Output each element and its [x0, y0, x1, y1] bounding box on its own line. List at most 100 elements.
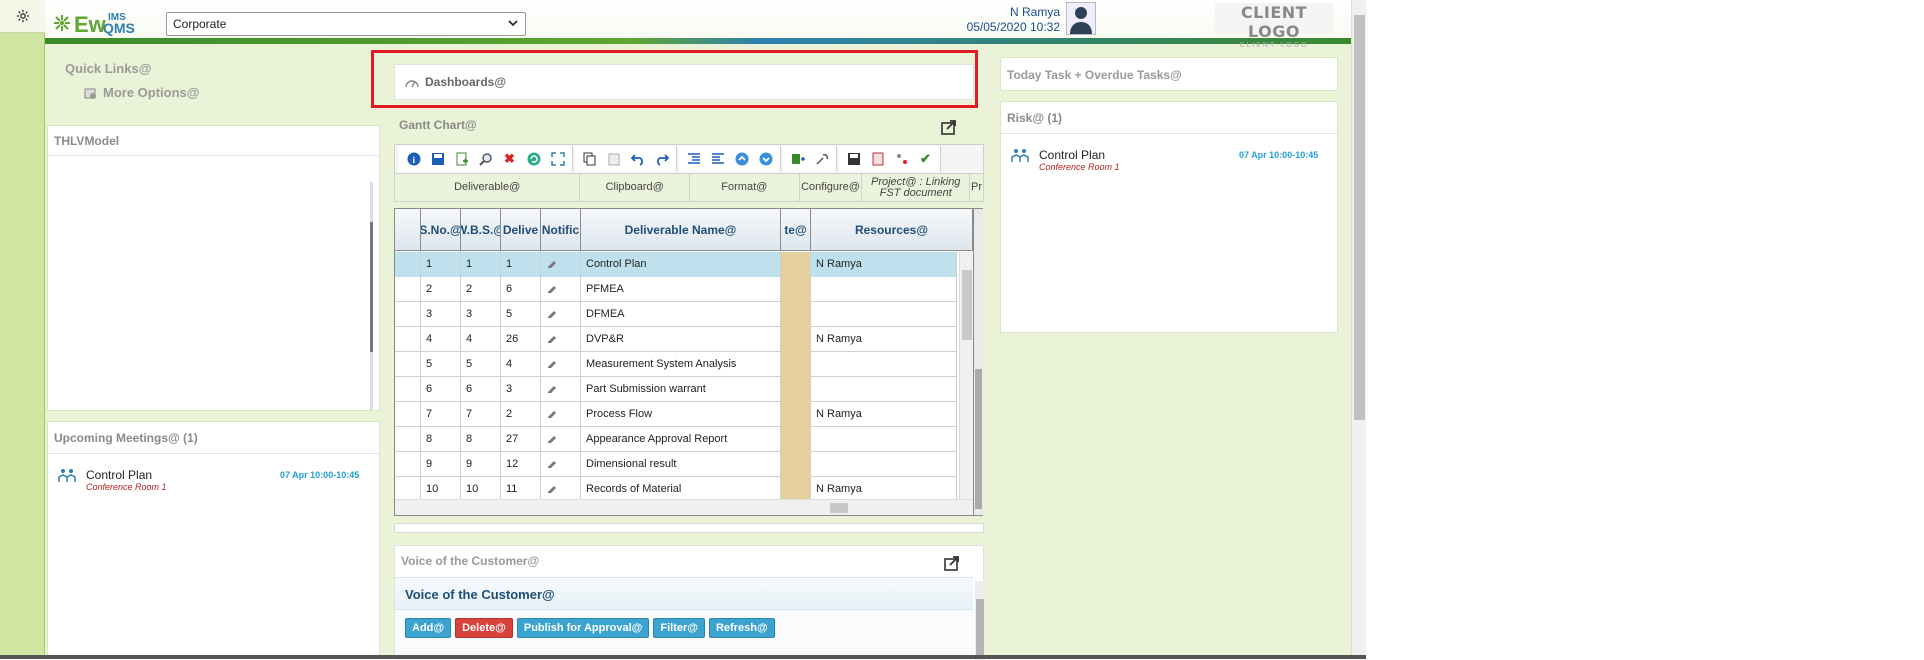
- cell-wbs: 2: [461, 277, 501, 302]
- column-header-resources[interactable]: Resources@: [811, 209, 973, 251]
- refresh-icon[interactable]: [523, 149, 544, 170]
- cell-notification: [541, 277, 581, 302]
- table-row[interactable]: 9 9 12 Dimensional result: [395, 452, 957, 477]
- svg-text:QMS: QMS: [103, 20, 135, 36]
- cell-deliverable-name: Measurement System Analysis: [581, 352, 781, 377]
- voc-panel-title: Voice of the Customer@: [401, 554, 540, 568]
- avatar[interactable]: [1066, 2, 1096, 35]
- gantt-export-button[interactable]: [940, 118, 958, 136]
- pencil-icon: [548, 286, 556, 294]
- search-icon[interactable]: [475, 149, 496, 170]
- grid-footer: [394, 523, 984, 533]
- cell-sno: 9: [421, 452, 461, 477]
- cell-sno: 1: [421, 252, 461, 277]
- outdent-icon[interactable]: [707, 149, 728, 170]
- column-header-wbs[interactable]: W.B.S.@: [461, 209, 501, 251]
- app-logo[interactable]: Ew IMS QMS: [52, 8, 160, 38]
- move-up-icon[interactable]: [731, 149, 752, 170]
- expand-icon[interactable]: [547, 149, 568, 170]
- people-icon: [58, 469, 76, 482]
- add-document-icon[interactable]: [451, 149, 472, 170]
- publish-for-approval-button[interactable]: Publish for Approval@: [516, 618, 650, 638]
- column-header-sno[interactable]: S.No.@: [421, 209, 461, 251]
- voc-button-bar: Add@ Delete@ Publish for Approval@ Filte…: [405, 618, 775, 638]
- table-row[interactable]: 8 8 27 Appearance Approval Report: [395, 427, 957, 452]
- today-tasks-panel[interactable]: Today Task + Overdue Tasks@: [1000, 57, 1338, 91]
- grid-vertical-scrollbar[interactable]: [959, 252, 973, 499]
- cell-date: [781, 477, 811, 499]
- toolbar-label-deliverable: Deliverable@: [395, 174, 581, 201]
- quick-links-panel: Quick Links@ More Options@: [47, 48, 380, 122]
- grid-header-select[interactable]: [395, 209, 421, 251]
- risk-item-time: 07 Apr 10:00-10:45: [1239, 150, 1319, 160]
- check-icon[interactable]: ✔: [915, 149, 936, 170]
- table-row[interactable]: 6 6 3 Part Submission warrant: [395, 377, 957, 402]
- configure-icon[interactable]: [787, 149, 808, 170]
- redo-icon[interactable]: [651, 149, 672, 170]
- undo-icon[interactable]: [627, 149, 648, 170]
- cell-wbs: 7: [461, 402, 501, 427]
- table-row[interactable]: 4 4 26 DVP&R N Ramya: [395, 327, 957, 352]
- cell-deliverable-id: 6: [501, 277, 541, 302]
- row-select-cell: [395, 377, 421, 402]
- filter-button[interactable]: Filter@: [653, 618, 705, 638]
- row-select-cell: [395, 427, 421, 452]
- client-logo-text: CLIENT LOGO: [1240, 3, 1308, 41]
- settings-button[interactable]: [0, 0, 45, 33]
- column-header-deliverable-name[interactable]: Deliverable Name@: [581, 209, 781, 251]
- user-name[interactable]: N Ramya: [940, 5, 1060, 19]
- cell-notification: [541, 477, 581, 499]
- column-header-date[interactable]: te@: [781, 209, 811, 251]
- grid-horizontal-scrollbar[interactable]: [395, 499, 973, 515]
- cell-date: [781, 377, 811, 402]
- company-select[interactable]: Corporate: [166, 12, 526, 36]
- save-icon[interactable]: [427, 149, 448, 170]
- table-row[interactable]: 1 1 1 Control Plan N Ramya: [395, 252, 957, 277]
- voc-export-button[interactable]: [943, 554, 961, 575]
- paste-icon[interactable]: [603, 149, 624, 170]
- cell-sno: 5: [421, 352, 461, 377]
- cell-date: [781, 252, 811, 277]
- pdf-icon[interactable]: [867, 149, 888, 170]
- page-scrollbar[interactable]: [1351, 0, 1366, 659]
- cell-sno: 10: [421, 477, 461, 499]
- more-options-link[interactable]: More Options@: [83, 85, 199, 100]
- table-row[interactable]: 2 2 6 PFMEA: [395, 277, 957, 302]
- voc-scrollbar[interactable]: [975, 581, 985, 660]
- grid-outer-scrollbar[interactable]: [973, 209, 983, 515]
- quick-links-title: Quick Links@: [65, 61, 152, 76]
- move-down-icon[interactable]: [755, 149, 776, 170]
- table-row[interactable]: 3 3 5 DFMEA: [395, 302, 957, 327]
- cell-deliverable-id: 26: [501, 327, 541, 352]
- settings-tool-icon[interactable]: [811, 149, 832, 170]
- cell-deliverable-id: 11: [501, 477, 541, 499]
- upcoming-meetings-panel: Upcoming Meetings@ (1) Control Plan Conf…: [47, 421, 380, 659]
- table-row[interactable]: 5 5 4 Measurement System Analysis: [395, 352, 957, 377]
- more-options-label: More Options@: [103, 85, 200, 100]
- save-project-icon[interactable]: [843, 149, 864, 170]
- risk-panel: Risk@ (1) Control Plan Conference Room 1…: [1000, 101, 1338, 333]
- link-icon[interactable]: [891, 149, 912, 170]
- table-row[interactable]: 10 10 11 Records of Material N Ramya: [395, 477, 957, 499]
- delete-button[interactable]: Delete@: [455, 618, 513, 638]
- table-row[interactable]: 7 7 2 Process Flow N Ramya: [395, 402, 957, 427]
- meeting-title: Control Plan: [86, 468, 153, 482]
- add-button[interactable]: Add@: [405, 618, 452, 638]
- column-header-deliverable-id[interactable]: Delive: [501, 209, 541, 251]
- indent-icon[interactable]: [683, 149, 704, 170]
- meeting-item[interactable]: Control Plan Conference Room 1: [58, 468, 167, 492]
- cell-resources: [811, 352, 957, 377]
- copy-icon[interactable]: [579, 149, 600, 170]
- configure-toolbar-group: [783, 146, 837, 172]
- risk-item[interactable]: Control Plan Conference Room 1: [1011, 148, 1120, 172]
- company-select-value: Corporate: [173, 17, 227, 31]
- row-select-cell: [395, 477, 421, 499]
- thlv-scrollbar[interactable]: [370, 182, 373, 410]
- info-icon[interactable]: i: [403, 149, 424, 170]
- header-stripe: [45, 38, 1351, 44]
- refresh-button[interactable]: Refresh@: [708, 618, 775, 638]
- delete-icon[interactable]: ✖: [499, 149, 520, 170]
- column-header-notification[interactable]: Notific: [541, 209, 581, 251]
- dashboards-panel[interactable]: Dashboards@: [394, 64, 974, 100]
- gear-icon: [16, 9, 29, 23]
